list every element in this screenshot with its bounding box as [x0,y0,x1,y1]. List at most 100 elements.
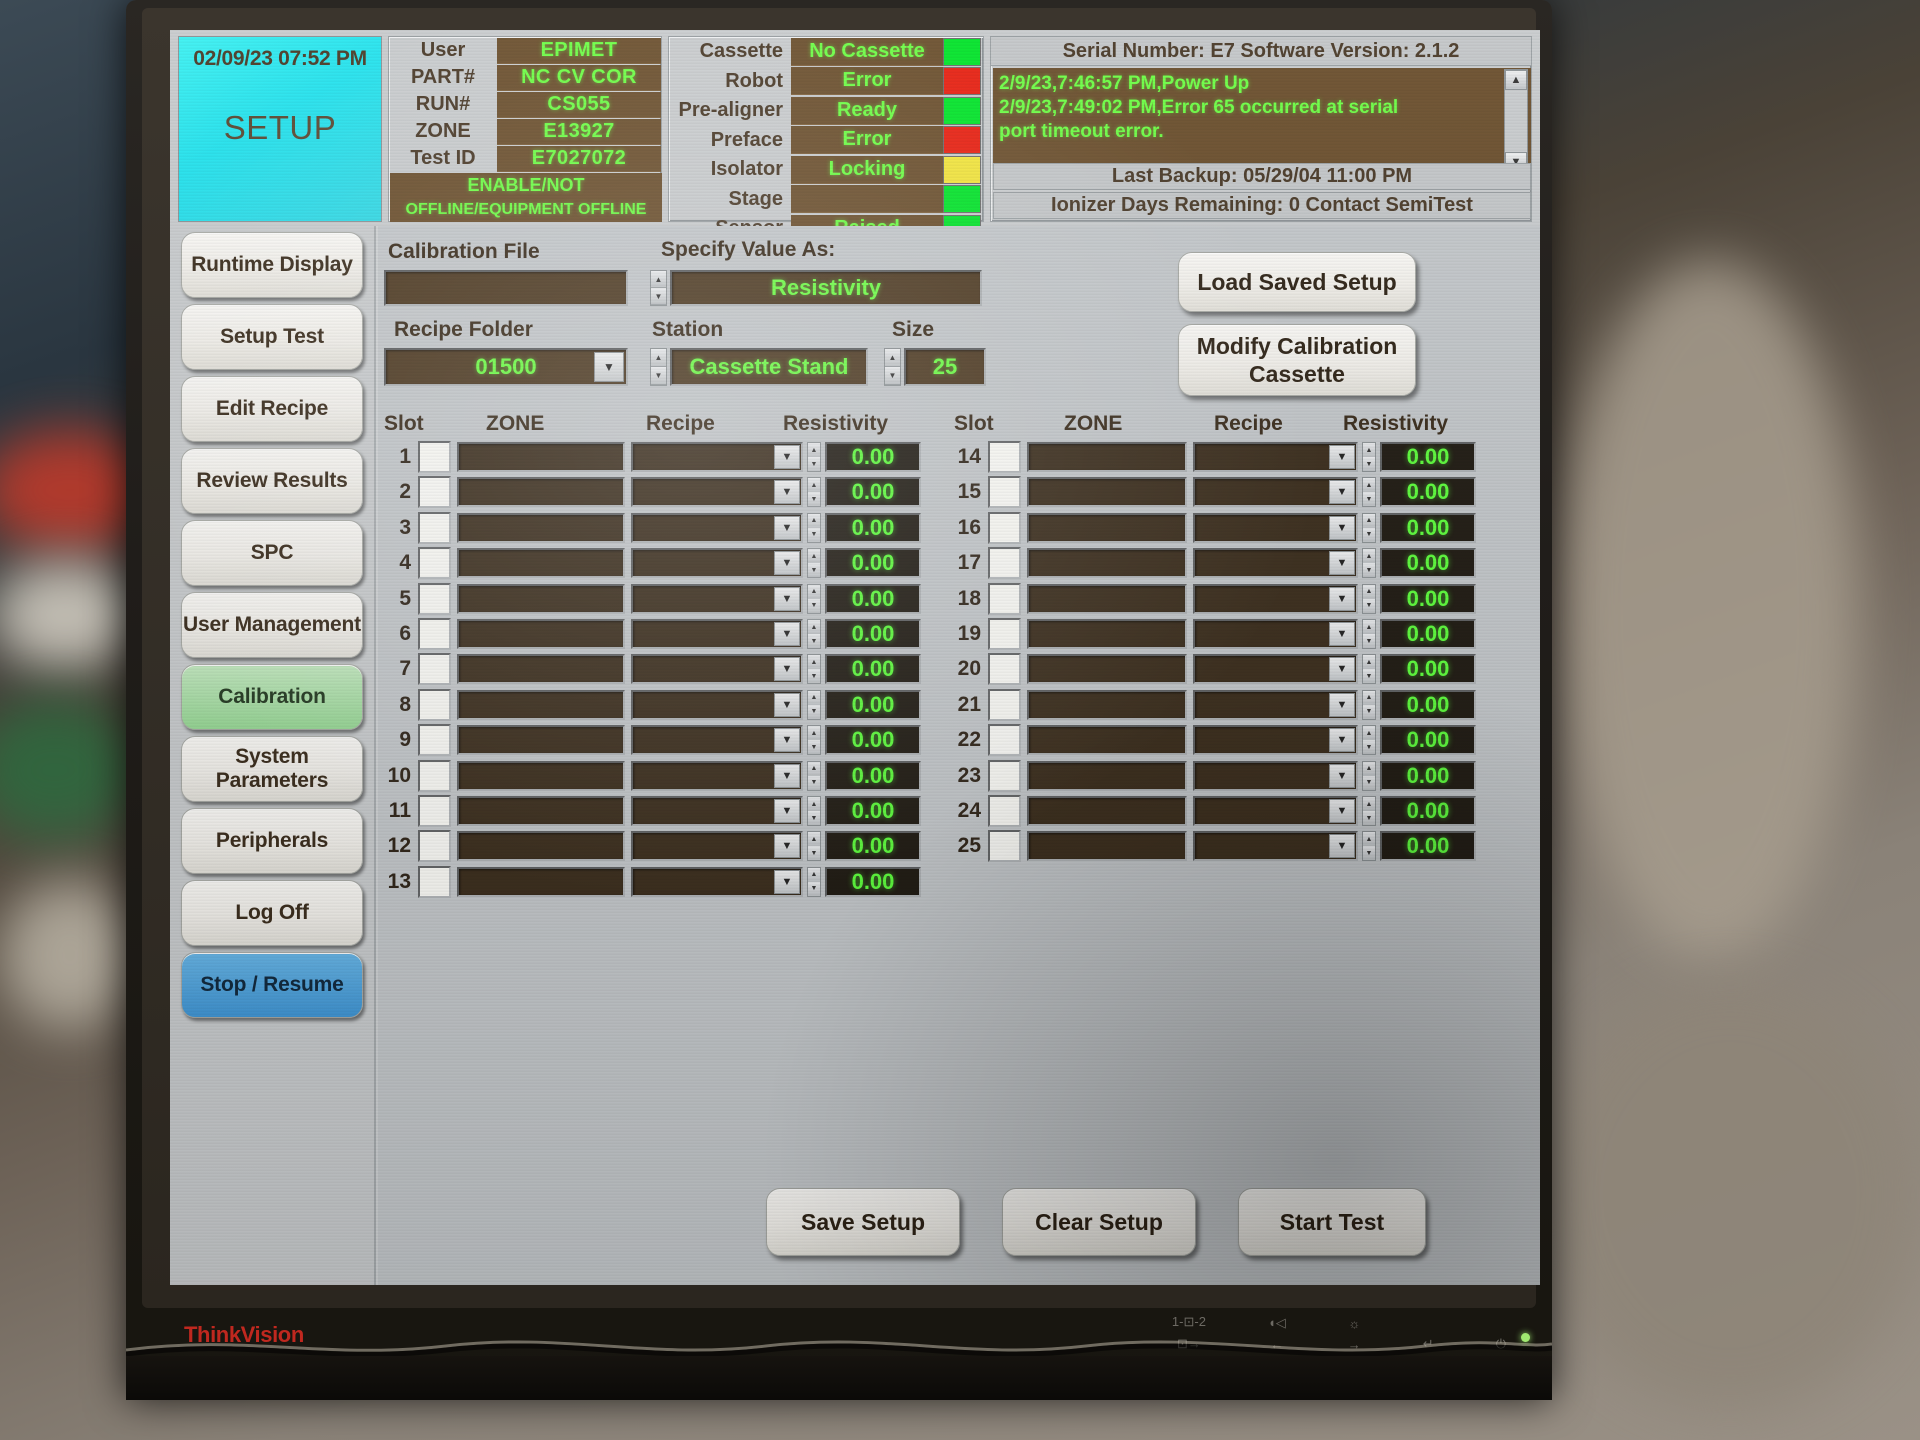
resistivity-spin-down-icon[interactable]: ▼ [808,740,820,755]
resistivity-spinner[interactable]: ▲ ▼ [1362,442,1376,472]
recipe-select[interactable]: ▼ [631,583,803,614]
resistivity-value[interactable]: 0.00 [825,796,921,826]
resistivity-spinner[interactable]: ▲ ▼ [807,583,821,614]
sidebar-item-spc[interactable]: SPC [181,520,363,586]
zone-input[interactable] [457,654,625,685]
resistivity-spin-up-icon[interactable]: ▲ [808,549,820,564]
resistivity-spinner[interactable]: ▲ ▼ [807,725,821,756]
slot-checkbox[interactable] [418,511,451,544]
zone-input[interactable] [457,619,625,649]
resistivity-value[interactable]: 0.00 [825,512,921,543]
resistivity-spin-up-icon[interactable]: ▲ [808,443,820,457]
resistivity-spinner[interactable]: ▲ ▼ [807,689,821,720]
resistivity-spin-up-icon[interactable]: ▲ [1363,726,1375,741]
resistivity-spin-up-icon[interactable]: ▲ [1363,655,1375,670]
resistivity-spinner[interactable]: ▲ ▼ [1362,831,1376,862]
recipe-dropdown-icon[interactable]: ▼ [774,657,800,682]
resistivity-spin-down-icon[interactable]: ▼ [808,704,820,719]
resistivity-spin-up-icon[interactable]: ▲ [1363,620,1375,634]
resistivity-spin-up-icon[interactable]: ▲ [1363,690,1375,705]
resistivity-spinner[interactable]: ▲ ▼ [1362,477,1376,508]
slot-checkbox[interactable] [988,795,1021,827]
resistivity-value[interactable]: 0.00 [825,725,921,756]
slot-checkbox[interactable] [418,865,451,898]
zone-input[interactable] [1027,548,1187,579]
sidebar-item-review-results[interactable]: Review Results [181,448,363,514]
resistivity-spinner[interactable]: ▲ ▼ [1362,619,1376,649]
sidebar-item-peripherals[interactable]: Peripherals [181,808,363,874]
scroll-up-icon[interactable]: ▲ [1505,70,1527,90]
resistivity-spin-up-icon[interactable]: ▲ [808,761,820,776]
resistivity-value[interactable]: 0.00 [1380,583,1476,614]
resistivity-spinner[interactable]: ▲ ▼ [807,619,821,649]
resistivity-value[interactable]: 0.00 [825,619,921,649]
slot-checkbox[interactable] [418,547,451,580]
recipe-dropdown-icon[interactable]: ▼ [1329,515,1355,540]
specify-value-spinner[interactable]: ▲ ▼ [650,270,667,306]
sidebar-item-runtime-display[interactable]: Runtime Display [181,232,363,298]
resistivity-spin-up-icon[interactable]: ▲ [1363,478,1375,493]
zone-input[interactable] [457,725,625,756]
resistivity-spin-down-icon[interactable]: ▼ [808,775,820,790]
size-spin-up-icon[interactable]: ▲ [885,349,900,367]
specify-value-spin-down-icon[interactable]: ▼ [651,288,666,305]
station-spin-down-icon[interactable]: ▼ [651,367,666,385]
resistivity-value[interactable]: 0.00 [1380,442,1476,472]
resistivity-value[interactable]: 0.00 [1380,831,1476,862]
resistivity-spinner[interactable]: ▲ ▼ [807,548,821,579]
station-spin-up-icon[interactable]: ▲ [651,349,666,367]
resistivity-spin-up-icon[interactable]: ▲ [808,478,820,493]
resistivity-spinner[interactable]: ▲ ▼ [807,866,821,897]
slot-checkbox[interactable] [988,724,1021,757]
slot-checkbox[interactable] [418,759,451,792]
recipe-dropdown-icon[interactable]: ▼ [774,869,800,894]
recipe-dropdown-icon[interactable]: ▼ [1329,692,1355,717]
resistivity-spinner[interactable]: ▲ ▼ [807,831,821,862]
zone-input[interactable] [457,583,625,614]
recipe-select[interactable]: ▼ [1193,831,1358,862]
recipe-select[interactable]: ▼ [631,796,803,826]
resistivity-spin-down-icon[interactable]: ▼ [1363,740,1375,755]
resistivity-spinner[interactable]: ▲ ▼ [807,477,821,508]
resistivity-spin-down-icon[interactable]: ▼ [1363,846,1375,861]
resistivity-value[interactable]: 0.00 [825,654,921,685]
resistivity-spinner[interactable]: ▲ ▼ [1362,512,1376,543]
resistivity-spinner[interactable]: ▲ ▼ [807,512,821,543]
resistivity-spin-up-icon[interactable]: ▲ [1363,443,1375,457]
zone-input[interactable] [457,796,625,826]
resistivity-value[interactable]: 0.00 [825,442,921,472]
resistivity-spin-up-icon[interactable]: ▲ [1363,832,1375,847]
recipe-select[interactable]: ▼ [1193,512,1358,543]
clear-setup-button[interactable]: Clear Setup [1002,1188,1196,1256]
zone-input[interactable] [457,760,625,791]
zone-input[interactable] [1027,442,1187,472]
slot-checkbox[interactable] [418,582,451,615]
resistivity-spin-down-icon[interactable]: ▼ [808,598,820,613]
resistivity-spin-down-icon[interactable]: ▼ [1363,811,1375,825]
slot-checkbox[interactable] [988,582,1021,615]
resistivity-spin-down-icon[interactable]: ▼ [1363,634,1375,648]
resistivity-value[interactable]: 0.00 [825,760,921,791]
recipe-dropdown-icon[interactable]: ▼ [1329,799,1355,823]
slot-checkbox[interactable] [988,547,1021,580]
resistivity-spin-down-icon[interactable]: ▼ [1363,563,1375,578]
resistivity-spin-down-icon[interactable]: ▼ [1363,598,1375,613]
resistivity-value[interactable]: 0.00 [1380,619,1476,649]
zone-input[interactable] [1027,583,1187,614]
recipe-select[interactable]: ▼ [1193,654,1358,685]
modify-calibration-cassette-button[interactable]: Modify Calibration Cassette [1178,324,1416,396]
resistivity-spin-down-icon[interactable]: ▼ [1363,457,1375,471]
resistivity-spin-down-icon[interactable]: ▼ [808,527,820,542]
recipe-folder-dropdown-icon[interactable]: ▼ [594,352,624,382]
zone-input[interactable] [457,442,625,472]
zone-input[interactable] [457,512,625,543]
recipe-dropdown-icon[interactable]: ▼ [774,834,800,859]
resistivity-spin-down-icon[interactable]: ▼ [808,457,820,471]
recipe-select[interactable]: ▼ [1193,760,1358,791]
resistivity-value[interactable]: 0.00 [1380,689,1476,720]
recipe-dropdown-icon[interactable]: ▼ [1329,728,1355,753]
resistivity-spin-down-icon[interactable]: ▼ [1363,527,1375,542]
slot-checkbox[interactable] [988,759,1021,792]
resistivity-value[interactable]: 0.00 [825,583,921,614]
recipe-select[interactable]: ▼ [1193,689,1358,720]
